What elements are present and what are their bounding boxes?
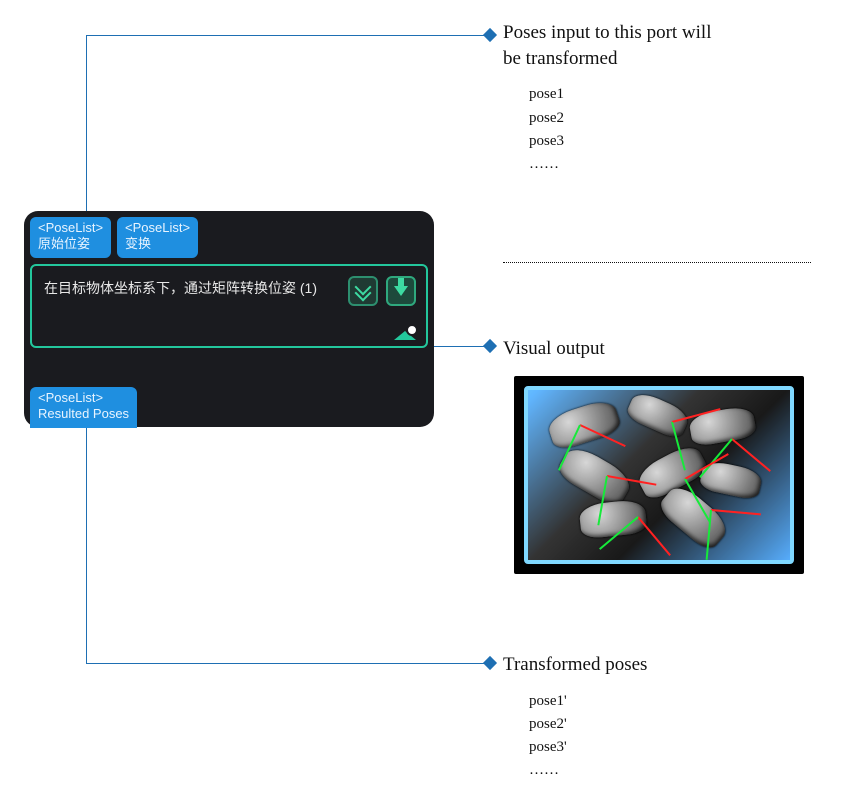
list-item: pose2 <box>529 107 823 130</box>
annotation-output: Transformed poses pose1' pose2' pose3' …… <box>503 652 823 783</box>
port-name-label: Resulted Poses <box>38 406 129 422</box>
connector-output-horizontal <box>86 663 485 664</box>
port-name-label: 变换 <box>125 236 190 252</box>
input-port-row: <PoseList> 原始位姿 <PoseList> 变换 <box>30 217 428 258</box>
diagram-canvas: Poses input to this port will be transfo… <box>0 0 859 791</box>
port-name-label: 原始位姿 <box>38 236 103 252</box>
bin-container <box>524 386 794 564</box>
separator-dotted <box>503 262 811 263</box>
arrow-down-icon <box>394 286 408 296</box>
annotation-input-title-line2: be transformed <box>503 46 823 72</box>
connector-visual-end-diamond <box>483 339 497 353</box>
annotation-output-list: pose1' pose2' pose3' …… <box>529 690 823 783</box>
list-item: …… <box>529 153 823 176</box>
annotation-input: Poses input to this port will be transfo… <box>503 20 823 176</box>
port-type-label: <PoseList> <box>125 220 190 236</box>
double-chevron-down-icon <box>356 284 370 298</box>
annotation-input-title-line1: Poses input to this port will <box>503 20 823 46</box>
list-item: pose1 <box>529 83 823 106</box>
port-type-label: <PoseList> <box>38 390 129 406</box>
visual-output-preview <box>514 376 804 574</box>
annotation-output-title: Transformed poses <box>503 652 823 678</box>
annotation-visual-output-label: Visual output <box>503 338 605 359</box>
transform-node[interactable]: <PoseList> 原始位姿 <PoseList> 变换 在目标物体坐标系下，… <box>24 211 434 427</box>
annotation-input-list: pose1 pose2 pose3 …… <box>529 83 823 176</box>
list-item: pose3 <box>529 130 823 153</box>
output-port-resulted-poses[interactable]: <PoseList> Resulted Poses <box>30 387 137 429</box>
collapse-button[interactable] <box>386 276 416 306</box>
input-port-original-poses[interactable]: <PoseList> 原始位姿 <box>30 217 111 258</box>
list-item: pose2' <box>529 713 823 736</box>
input-port-transform[interactable]: <PoseList> 变换 <box>117 217 198 258</box>
connector-input-end-diamond <box>483 28 497 42</box>
list-item: pose3' <box>529 736 823 759</box>
visual-output-icon[interactable] <box>394 326 416 340</box>
node-body-icon-group <box>348 276 416 306</box>
annotation-visual-output: Visual output <box>503 336 605 362</box>
expand-button[interactable] <box>348 276 378 306</box>
connector-input-horizontal <box>86 35 485 36</box>
node-title: 在目标物体坐标系下，通过矩阵转换位姿 (1) <box>44 276 348 298</box>
connector-output-end-diamond <box>483 656 497 670</box>
port-type-label: <PoseList> <box>38 220 103 236</box>
list-item: …… <box>529 759 823 782</box>
connector-input-vertical <box>86 35 87 215</box>
connector-output-vertical <box>86 425 87 663</box>
list-item: pose1' <box>529 690 823 713</box>
node-body[interactable]: 在目标物体坐标系下，通过矩阵转换位姿 (1) <box>30 264 428 348</box>
